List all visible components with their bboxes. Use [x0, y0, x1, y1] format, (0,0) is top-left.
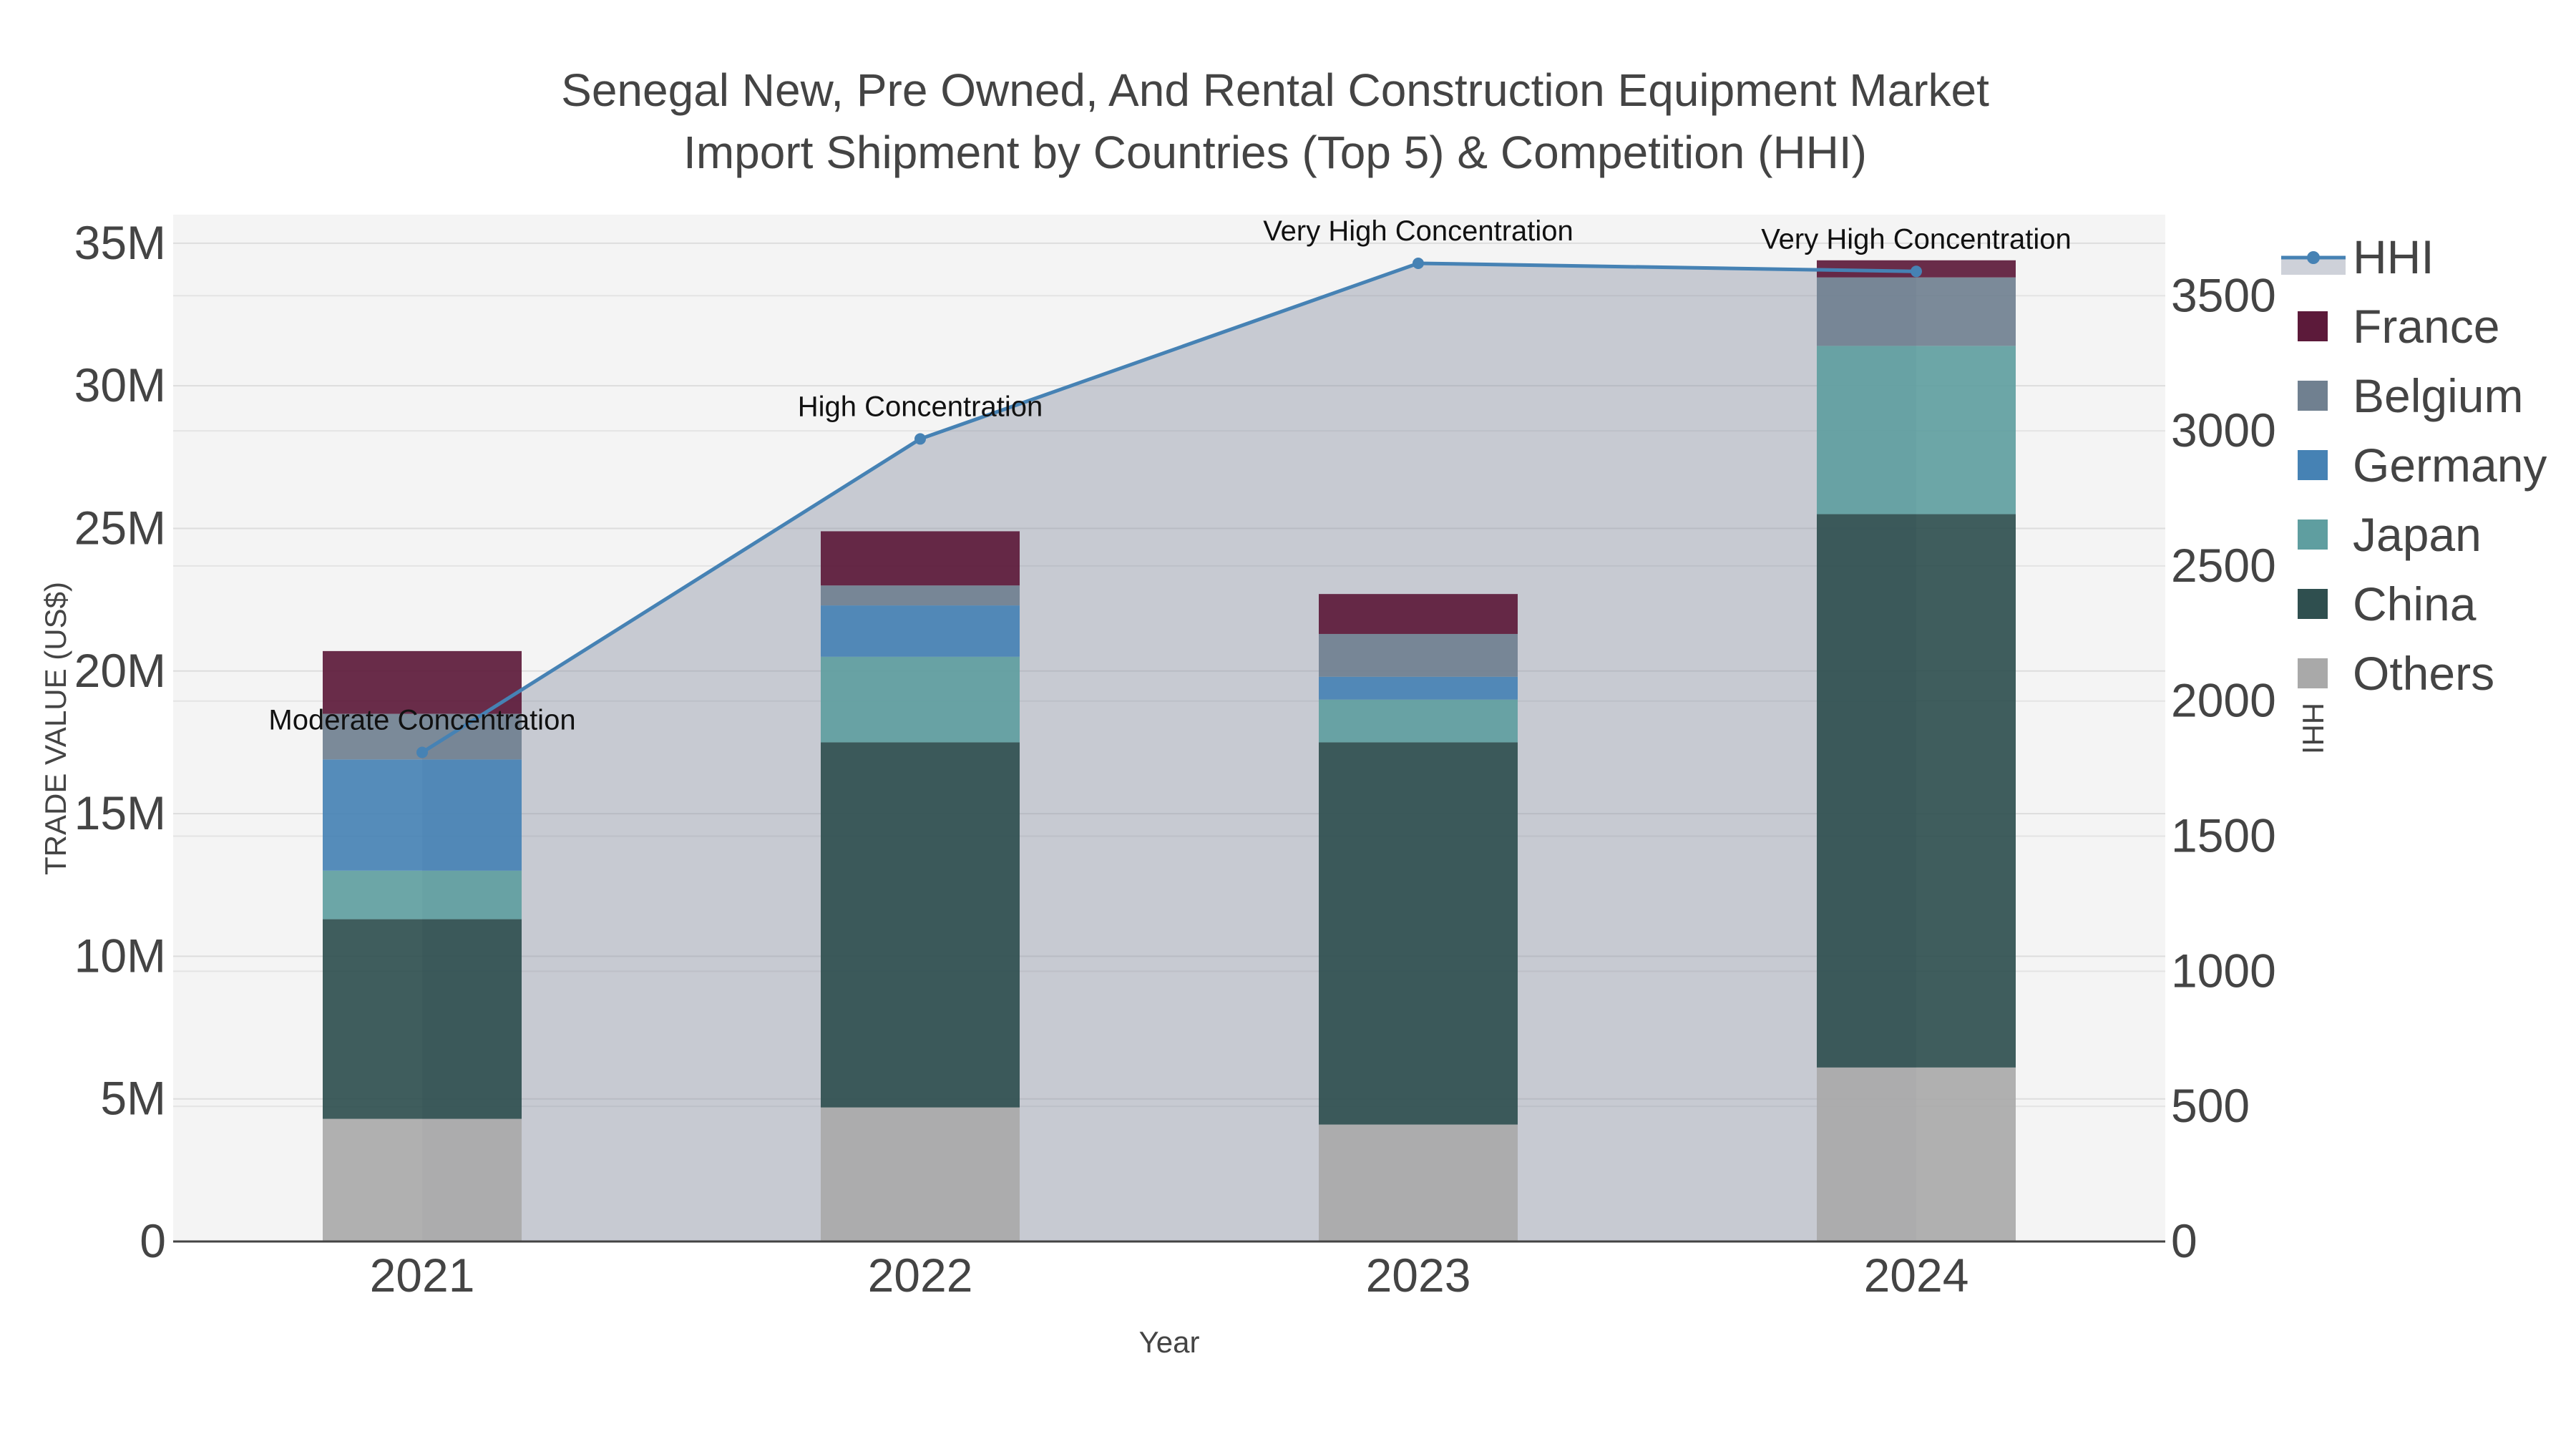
y-tick-label-3: 15M [74, 786, 166, 839]
bar-japan-2024 [1817, 346, 2016, 514]
y-tick-label-4: 20M [74, 644, 166, 697]
y-tick-label-7: 35M [74, 216, 166, 269]
bar-belgium-2024 [1817, 277, 2016, 346]
bar-china-2021 [323, 919, 522, 1119]
y2-tick-label-1: 500 [2171, 1079, 2250, 1132]
legend-label-germany: Germany [2353, 439, 2547, 492]
hhi-annotation-2024: Very High Concentration [1761, 223, 2072, 255]
legend-label-others: Others [2353, 647, 2494, 700]
hhi-annotation-2022: High Concentration [798, 391, 1043, 422]
bar-japan-2023 [1319, 699, 1518, 743]
legend-label-japan: Japan [2353, 508, 2482, 561]
legend-swatch-germany [2298, 450, 2328, 480]
legend-swatch-others [2298, 658, 2328, 688]
bar-germany-2022 [821, 605, 1020, 657]
hhi-annotation-2021: Moderate Concentration [268, 704, 575, 736]
y2-tick-label-5: 2500 [2171, 539, 2276, 592]
hhi-point-2024 [1911, 265, 1922, 278]
legend-label-belgium: Belgium [2353, 369, 2523, 422]
bar-china-2024 [1817, 514, 2016, 1068]
y-axis-title: TRADE VALUE (US$) [39, 582, 72, 875]
x-tick-label-2023: 2023 [1366, 1249, 1471, 1302]
y2-tick-label-3: 1500 [2171, 809, 2276, 862]
y-tick-label-2: 10M [74, 929, 166, 982]
hhi-point-2022 [914, 433, 926, 445]
y-tick-label-1: 5M [100, 1072, 166, 1125]
hhi-point-2023 [1413, 257, 1424, 269]
chart-title-line-2: Import Shipment by Countries (Top 5) & C… [683, 127, 1867, 178]
bar-germany-2021 [323, 759, 522, 871]
legend-swatch-belgium [2298, 381, 2328, 411]
bar-china-2022 [821, 742, 1020, 1108]
legend-swatch-france [2298, 311, 2328, 341]
y2-axis-title: HHI [2296, 703, 2330, 754]
bar-germany-2023 [1319, 676, 1518, 700]
y2-tick-label-0: 0 [2171, 1214, 2197, 1267]
hhi-annotation-2023: Very High Concentration [1263, 215, 1574, 247]
y-axis-ticks: 0 5M 10M 15M 20M 25M 30M 35M [74, 216, 166, 1267]
y-tick-label-5: 25M [74, 501, 166, 554]
y2-tick-label-6: 3000 [2171, 404, 2276, 457]
bar-others-2021 [323, 1118, 522, 1241]
x-axis-title: Year [1139, 1325, 1200, 1359]
bar-japan-2022 [821, 656, 1020, 743]
bar-france-2022 [821, 531, 1020, 586]
x-tick-label-2024: 2024 [1864, 1249, 1969, 1302]
bar-china-2023 [1319, 742, 1518, 1125]
hhi-point-2021 [416, 746, 428, 758]
y2-axis-ticks: 0 500 1000 1500 2000 2500 3000 3500 [2171, 268, 2276, 1267]
legend-label-china: China [2353, 577, 2477, 630]
bar-others-2022 [821, 1107, 1020, 1241]
bar-japan-2021 [323, 870, 522, 919]
x-axis-ticks: 2021 2022 2023 2024 [370, 1249, 1969, 1302]
chart: Moderate Concentration High Concentration… [39, 64, 2547, 1359]
legend-label-france: France [2353, 300, 2499, 353]
y-tick-label-6: 30M [74, 358, 166, 411]
legend: HHI France Belgium Germany Japan China Others [2281, 230, 2547, 700]
chart-title-line-1: Senegal New, Pre Owned, And Rental Const… [561, 64, 1989, 116]
bar-belgium-2022 [821, 585, 1020, 606]
bar-france-2023 [1319, 594, 1518, 634]
y2-tick-label-7: 3500 [2171, 268, 2276, 321]
x-tick-label-2022: 2022 [868, 1249, 973, 1302]
bar-others-2024 [1817, 1067, 2016, 1241]
y-tick-label-0: 0 [140, 1214, 166, 1267]
legend-label-hhi: HHI [2353, 230, 2434, 283]
legend-swatch-japan [2298, 519, 2328, 550]
legend-swatch-hhi-marker [2307, 251, 2320, 264]
y2-tick-label-2: 1000 [2171, 944, 2276, 997]
bar-belgium-2023 [1319, 633, 1518, 677]
bar-others-2023 [1319, 1124, 1518, 1241]
x-tick-label-2021: 2021 [370, 1249, 475, 1302]
legend-swatch-china [2298, 589, 2328, 619]
y2-tick-label-4: 2000 [2171, 674, 2276, 727]
